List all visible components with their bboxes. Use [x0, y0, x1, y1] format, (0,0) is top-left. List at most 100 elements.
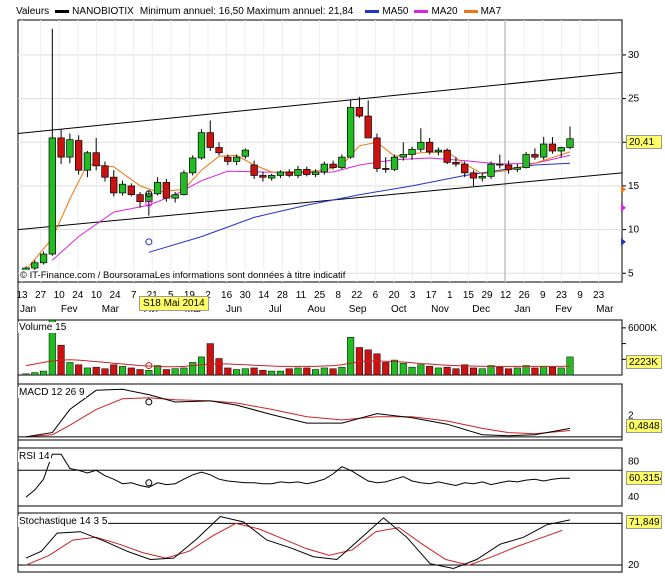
- candle-body: [215, 147, 223, 154]
- x-tick-label: 15: [463, 290, 475, 301]
- x-tick-label: 23: [593, 290, 605, 301]
- candle-body: [75, 140, 83, 171]
- candle-body: [197, 132, 206, 159]
- x-tick-label: 8: [335, 290, 341, 301]
- x-tick-label: 3: [410, 290, 416, 301]
- x-tick-label: 30: [240, 290, 252, 301]
- candle-body: [180, 172, 188, 196]
- x-tick-label: 26: [519, 290, 531, 301]
- candle-body: [522, 154, 530, 168]
- candle-body: [224, 156, 232, 162]
- volume-bar: [443, 366, 451, 376]
- month-label: Jan: [20, 304, 36, 315]
- candle-body: [285, 171, 293, 176]
- candle-body: [101, 165, 109, 178]
- ma-value-marker: [621, 185, 626, 194]
- volume-bar: [268, 370, 276, 376]
- last-volume-tag: 2223K: [626, 355, 662, 369]
- volume-bar: [259, 370, 267, 376]
- volume-bar: [145, 370, 153, 376]
- volume-bar: [101, 368, 109, 376]
- volume-bar: [22, 373, 30, 376]
- volume-bar: [531, 367, 539, 376]
- candle-body: [320, 163, 328, 173]
- volume-bar: [540, 366, 548, 376]
- x-tick-label: 29: [481, 290, 493, 301]
- candle-body: [382, 168, 390, 170]
- month-label: Oct: [391, 304, 407, 315]
- volume-bar: [329, 368, 337, 376]
- x-tick-label: 28: [277, 290, 289, 301]
- volume-bar: [241, 368, 249, 376]
- candle-body: [399, 154, 407, 158]
- x-tick-label: 12: [500, 290, 512, 301]
- volume-bar: [434, 367, 442, 376]
- candle-body: [557, 147, 565, 152]
- volume-bar: [496, 366, 504, 376]
- last-rsi-tag: 60,3154: [626, 471, 662, 485]
- candle-body: [461, 163, 469, 174]
- rsi-ytick-label: 40: [628, 492, 640, 503]
- x-tick-label: 7: [131, 290, 137, 301]
- legend-label: Valeurs: [16, 5, 50, 17]
- candle-body: [373, 137, 381, 169]
- volume-bar: [171, 368, 179, 376]
- candle-body: [39, 253, 48, 264]
- volume-ytick-label: 6000K: [628, 323, 657, 334]
- candle-body: [513, 167, 521, 170]
- volume-bar: [31, 372, 39, 376]
- x-tick-label: 23: [556, 290, 568, 301]
- month-label: Fev: [61, 304, 78, 315]
- x-tick-label: 22: [351, 290, 363, 301]
- volume-bar: [127, 367, 135, 376]
- candle-body: [241, 149, 249, 157]
- candle-body: [276, 171, 285, 176]
- candle-body: [171, 194, 179, 199]
- legend-ma50: MA50: [365, 6, 408, 17]
- candle-body: [189, 157, 197, 174]
- x-tick-label: 1: [447, 290, 453, 301]
- legend-range: Minimum annuel: 16,50 Maximum annuel: 21…: [139, 5, 354, 17]
- volume-bar: [285, 368, 293, 376]
- source-credit: © IT-Finance.com / BoursoramaLes informa…: [20, 270, 346, 281]
- candle-body: [469, 172, 478, 179]
- volume-bar: [478, 368, 486, 376]
- volume-bar: [373, 353, 381, 376]
- volume-bar: [303, 367, 311, 376]
- x-tick-label: 10: [91, 290, 103, 301]
- x-tick-label: 9: [540, 290, 546, 301]
- stoch-panel-label: Stochastique 14 3 5: [18, 516, 109, 527]
- volume-bar: [513, 367, 521, 376]
- chart-legend: Valeurs NANOBIOTIX Minimum annuel: 16,50…: [0, 4, 640, 18]
- candle-body: [443, 149, 451, 163]
- x-tick-label: 10: [54, 290, 66, 301]
- volume-bar: [382, 362, 390, 376]
- month-label: Jul: [269, 304, 282, 315]
- price-ytick-label: 10: [628, 225, 640, 236]
- candle-body: [347, 106, 355, 158]
- candle-body: [496, 163, 504, 166]
- volume-bar: [162, 369, 170, 376]
- volume-bar: [399, 362, 407, 376]
- price-ytick-label: 15: [628, 181, 640, 192]
- candle-body: [329, 163, 337, 168]
- volume-bar: [347, 337, 355, 376]
- candle-body: [110, 176, 118, 194]
- candle-body: [540, 143, 548, 158]
- volume-bar: [452, 368, 460, 376]
- volume-bar: [408, 366, 416, 376]
- last-macd-tag: 0,4848: [626, 419, 662, 433]
- x-tick-label: 24: [72, 290, 84, 301]
- volume-bar: [276, 370, 284, 376]
- x-tick-label: 16: [221, 290, 233, 301]
- candle-body: [425, 141, 434, 153]
- candle-body: [259, 175, 267, 178]
- volume-bar: [426, 366, 434, 376]
- x-tick-label: 9: [577, 290, 583, 301]
- volume-bar: [294, 367, 302, 376]
- date-cursor-badge: S18 Mai 2014: [139, 296, 209, 311]
- volume-bar: [40, 370, 48, 376]
- candle-body: [504, 164, 513, 170]
- volume-bar: [417, 364, 425, 376]
- x-tick-label: 17: [426, 290, 438, 301]
